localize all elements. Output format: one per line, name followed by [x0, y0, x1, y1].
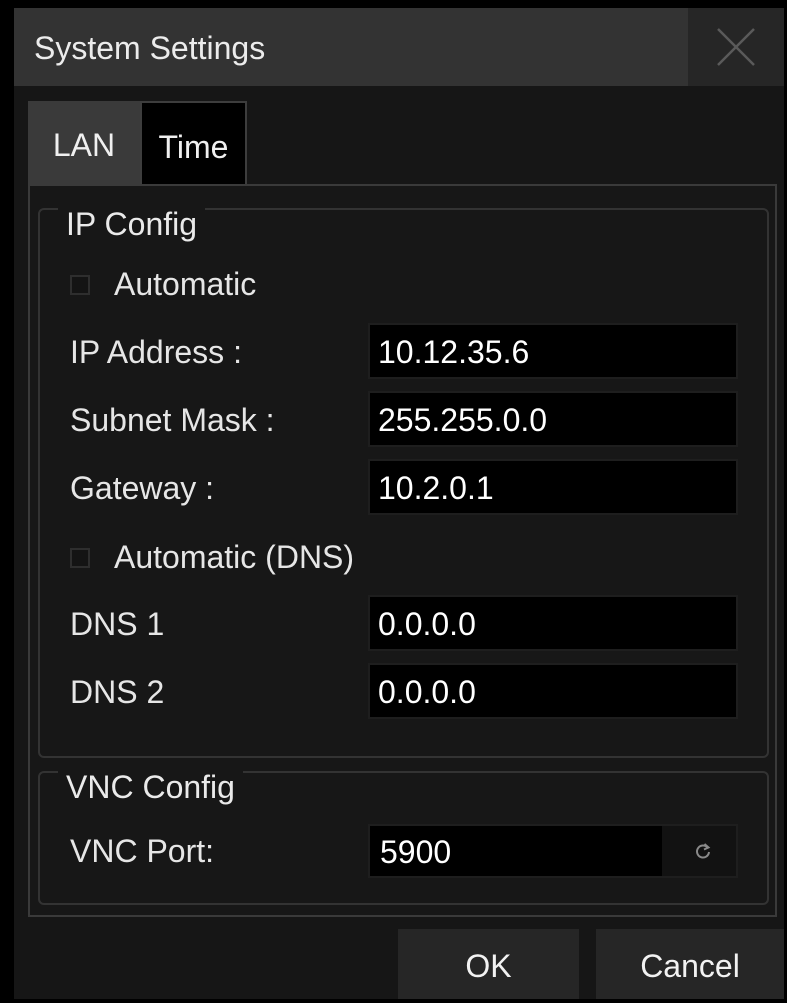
subnet-mask-input[interactable]: 255.255.0.0 [368, 391, 738, 447]
gateway-label: Gateway : [70, 470, 215, 506]
subnet-mask-label: Subnet Mask : [70, 402, 275, 438]
tab-time[interactable]: Time [140, 101, 247, 185]
vnc-config-title: VNC Config [58, 767, 243, 807]
ip-address-input[interactable]: 10.12.35.6 [368, 323, 738, 379]
ip-address-label: IP Address : [70, 334, 242, 370]
vnc-port-label: VNC Port: [70, 833, 215, 869]
title-bar: System Settings [14, 8, 784, 86]
tab-lan[interactable]: LAN [28, 101, 140, 185]
automatic-dns-checkbox-box[interactable] [70, 548, 90, 568]
dns2-label: DNS 2 [70, 674, 165, 710]
system-settings-dialog: System Settings LAN Time IP Config Autom… [14, 8, 784, 999]
cancel-button[interactable]: Cancel [596, 929, 784, 999]
vnc-port-reset-button[interactable] [670, 826, 736, 876]
vnc-port-input[interactable]: 5900 [370, 826, 662, 876]
dns1-label: DNS 1 [70, 606, 165, 642]
close-icon [717, 28, 755, 66]
ok-button[interactable]: OK [398, 929, 579, 999]
dns1-input[interactable]: 0.0.0.0 [368, 595, 738, 651]
close-button[interactable] [688, 8, 784, 86]
ip-config-title: IP Config [58, 204, 206, 244]
vnc-port-spinner: 5900 [368, 824, 738, 878]
automatic-ip-label: Automatic [114, 266, 257, 302]
automatic-dns-label: Automatic (DNS) [114, 539, 355, 575]
dialog-title: System Settings [34, 30, 266, 66]
automatic-ip-checkbox-box[interactable] [70, 275, 90, 295]
refresh-icon [696, 843, 711, 859]
dns2-input[interactable]: 0.0.0.0 [368, 663, 738, 719]
gateway-input[interactable]: 10.2.0.1 [368, 459, 738, 515]
